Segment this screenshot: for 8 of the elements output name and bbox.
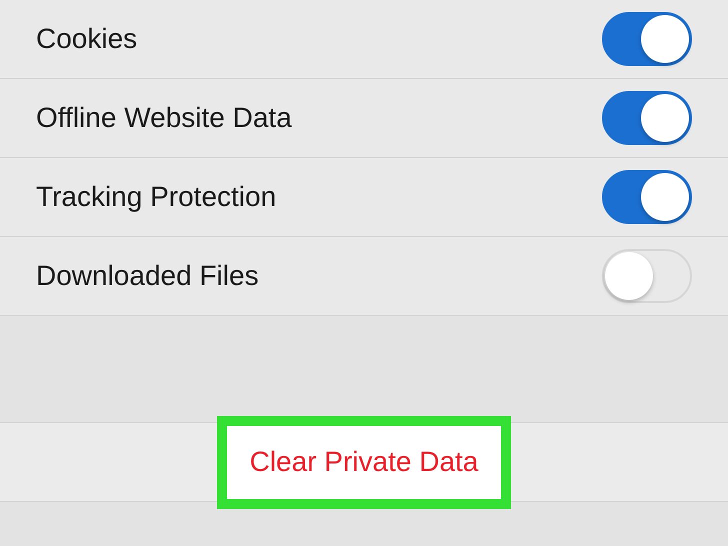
- toggle-switch[interactable]: [602, 91, 692, 145]
- setting-label: Downloaded Files: [36, 260, 259, 292]
- setting-label: Offline Website Data: [36, 102, 292, 134]
- toggle-switch[interactable]: [602, 170, 692, 224]
- setting-label: Cookies: [36, 23, 138, 55]
- toggle-switch[interactable]: [602, 12, 692, 66]
- clear-data-button[interactable]: Clear Private Data: [217, 416, 511, 508]
- setting-label: Tracking Protection: [36, 181, 276, 213]
